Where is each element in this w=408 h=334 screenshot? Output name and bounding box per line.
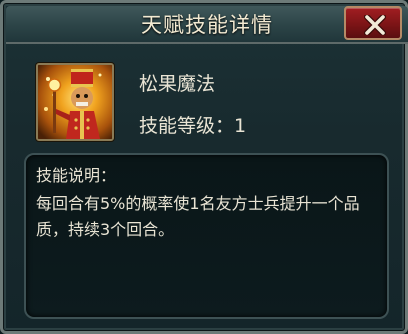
close-x-icon xyxy=(364,15,386,35)
description-heading: 技能说明： xyxy=(36,166,117,185)
talent-skill-dialog: 天赋技能详情 松果魔法 技能等级：1 技能说明： 每回合有5%的概率使1名友方士… xyxy=(0,0,408,334)
description-text: 每回合有5%的概率使1名友方士兵提升一个品质，持续3个回合。 xyxy=(36,194,360,239)
skill-level: 技能等级：1 xyxy=(139,111,246,138)
skill-description-panel: 技能说明： 每回合有5%的概率使1名友方士兵提升一个品质，持续3个回合。 xyxy=(24,153,389,319)
skill-icon xyxy=(36,63,114,141)
skill-level-value: 1 xyxy=(234,115,247,137)
nutcracker-mage-portrait xyxy=(38,65,112,139)
skill-level-label: 技能等级： xyxy=(139,115,235,137)
skill-name: 松果魔法 xyxy=(139,73,216,95)
close-button[interactable] xyxy=(344,6,402,40)
